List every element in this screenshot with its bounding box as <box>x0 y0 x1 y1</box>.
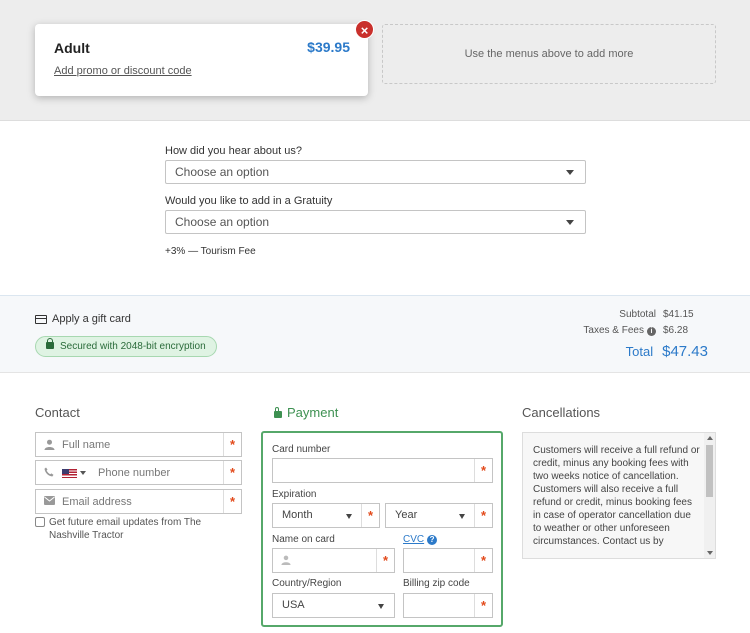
email-updates-label: Get future email updates from The Nashvi… <box>49 517 202 541</box>
country-select[interactable]: USA <box>272 593 395 618</box>
full-name-placeholder: Full name <box>62 439 111 451</box>
caret-down-icon <box>459 514 465 519</box>
gratuity-value: Choose an option <box>175 215 270 229</box>
secure-badge-label: Secured with 2048-bit encryption <box>60 341 206 352</box>
person-icon <box>44 439 55 453</box>
cancellation-policy-text: Customers will receive a full refund or … <box>533 445 700 547</box>
order-summary: Apply a gift card Secured with 2048-bit … <box>0 295 750 373</box>
country-label: Country/Region <box>272 578 342 589</box>
contact-heading: Contact <box>35 405 80 420</box>
hear-about-select[interactable]: Choose an option <box>165 160 586 184</box>
promo-code-link[interactable]: Add promo or discount code <box>54 65 192 77</box>
country-value: USA <box>282 599 305 611</box>
caret-down-icon <box>566 220 574 225</box>
gratuity-label: Would you like to add in a Gratuity <box>165 195 333 207</box>
required-icon: * <box>376 549 394 572</box>
required-icon: * <box>474 459 492 482</box>
secure-badge: Secured with 2048-bit encryption <box>35 336 217 357</box>
month-select[interactable]: Month * <box>272 503 380 528</box>
required-icon: * <box>223 490 241 513</box>
cancellation-policy-box[interactable]: Customers will receive a full refund or … <box>522 432 716 559</box>
total-value: $47.43 <box>662 343 708 360</box>
caret-down-icon <box>346 514 352 519</box>
month-value: Month <box>282 509 313 521</box>
required-icon: * <box>223 433 241 456</box>
scroll-thumb[interactable] <box>706 445 713 497</box>
expiration-label: Expiration <box>272 489 317 500</box>
phone-field[interactable]: Phone number * <box>35 460 242 485</box>
scroll-up-icon[interactable] <box>707 436 713 440</box>
scroll-down-icon[interactable] <box>707 551 713 555</box>
total-row: Total $47.43 <box>626 343 708 360</box>
remove-item-button[interactable]: × <box>355 20 374 39</box>
lock-icon <box>274 407 282 418</box>
payment-heading-label: Payment <box>287 405 339 420</box>
email-field[interactable]: Email address * <box>35 489 242 514</box>
us-flag-icon[interactable] <box>62 469 77 478</box>
year-select[interactable]: Year * <box>385 503 493 528</box>
required-icon: * <box>474 504 492 527</box>
lock-icon <box>46 338 54 349</box>
payment-form: Card number * Expiration Month * Year * … <box>261 431 503 627</box>
card-number-label: Card number <box>272 444 331 455</box>
phone-placeholder: Phone number <box>98 467 171 479</box>
help-icon[interactable]: ? <box>427 534 438 545</box>
caret-down-icon <box>378 604 384 609</box>
subtotal-value: $41.15 <box>663 309 694 320</box>
email-updates-checkbox[interactable] <box>35 517 45 527</box>
cancellations-heading: Cancellations <box>522 405 601 420</box>
hear-about-label: How did you hear about us? <box>165 145 302 157</box>
cvc-label-text: CVC <box>403 534 425 545</box>
gratuity-select[interactable]: Choose an option <box>165 210 586 234</box>
year-value: Year <box>395 509 418 521</box>
cart-area: Adult $39.95 Add promo or discount code … <box>0 0 750 121</box>
chevron-down-icon <box>80 471 86 475</box>
info-icon[interactable]: i <box>647 327 656 336</box>
taxes-row: Taxes & Fees i $6.28 <box>583 325 708 336</box>
name-on-card-input[interactable]: * <box>272 548 395 573</box>
card-number-input[interactable]: * <box>272 458 493 483</box>
gift-card-label: Apply a gift card <box>52 313 131 325</box>
zip-input[interactable]: * <box>403 593 493 618</box>
hear-about-value: Choose an option <box>175 165 270 179</box>
cart-item-card: Adult $39.95 Add promo or discount code <box>35 24 368 96</box>
payment-heading: Payment <box>274 405 338 420</box>
required-icon: * <box>474 549 492 572</box>
gift-card-link[interactable]: Apply a gift card <box>35 313 131 325</box>
required-icon: * <box>474 594 492 617</box>
credit-card-icon <box>35 314 47 324</box>
cvc-input[interactable]: * <box>403 548 493 573</box>
taxes-value: $6.28 <box>663 325 689 336</box>
policy-scrollbar[interactable] <box>704 433 715 558</box>
full-name-field[interactable]: Full name * <box>35 432 242 457</box>
phone-icon <box>44 467 54 480</box>
subtotal-row: Subtotal $41.15 <box>619 309 708 320</box>
email-placeholder: Email address <box>62 496 132 508</box>
caret-down-icon <box>566 170 574 175</box>
item-name: Adult <box>54 40 90 56</box>
add-more-placeholder: Use the menus above to add more <box>382 24 716 84</box>
cvc-label[interactable]: CVC ? <box>403 534 438 545</box>
item-price: $39.95 <box>307 39 350 55</box>
required-icon: * <box>223 461 241 484</box>
total-label: Total <box>625 344 654 359</box>
questions-section: How did you hear about us? Choose an opt… <box>0 121 750 295</box>
taxes-label: Taxes & Fees <box>583 325 644 336</box>
tourism-fee-label: +3% — Tourism Fee <box>165 246 256 257</box>
zip-label: Billing zip code <box>403 578 470 589</box>
required-icon: * <box>361 504 379 527</box>
subtotal-label: Subtotal <box>619 309 656 320</box>
person-icon <box>281 555 291 568</box>
name-on-card-label: Name on card <box>272 534 335 545</box>
mail-icon <box>44 496 55 508</box>
